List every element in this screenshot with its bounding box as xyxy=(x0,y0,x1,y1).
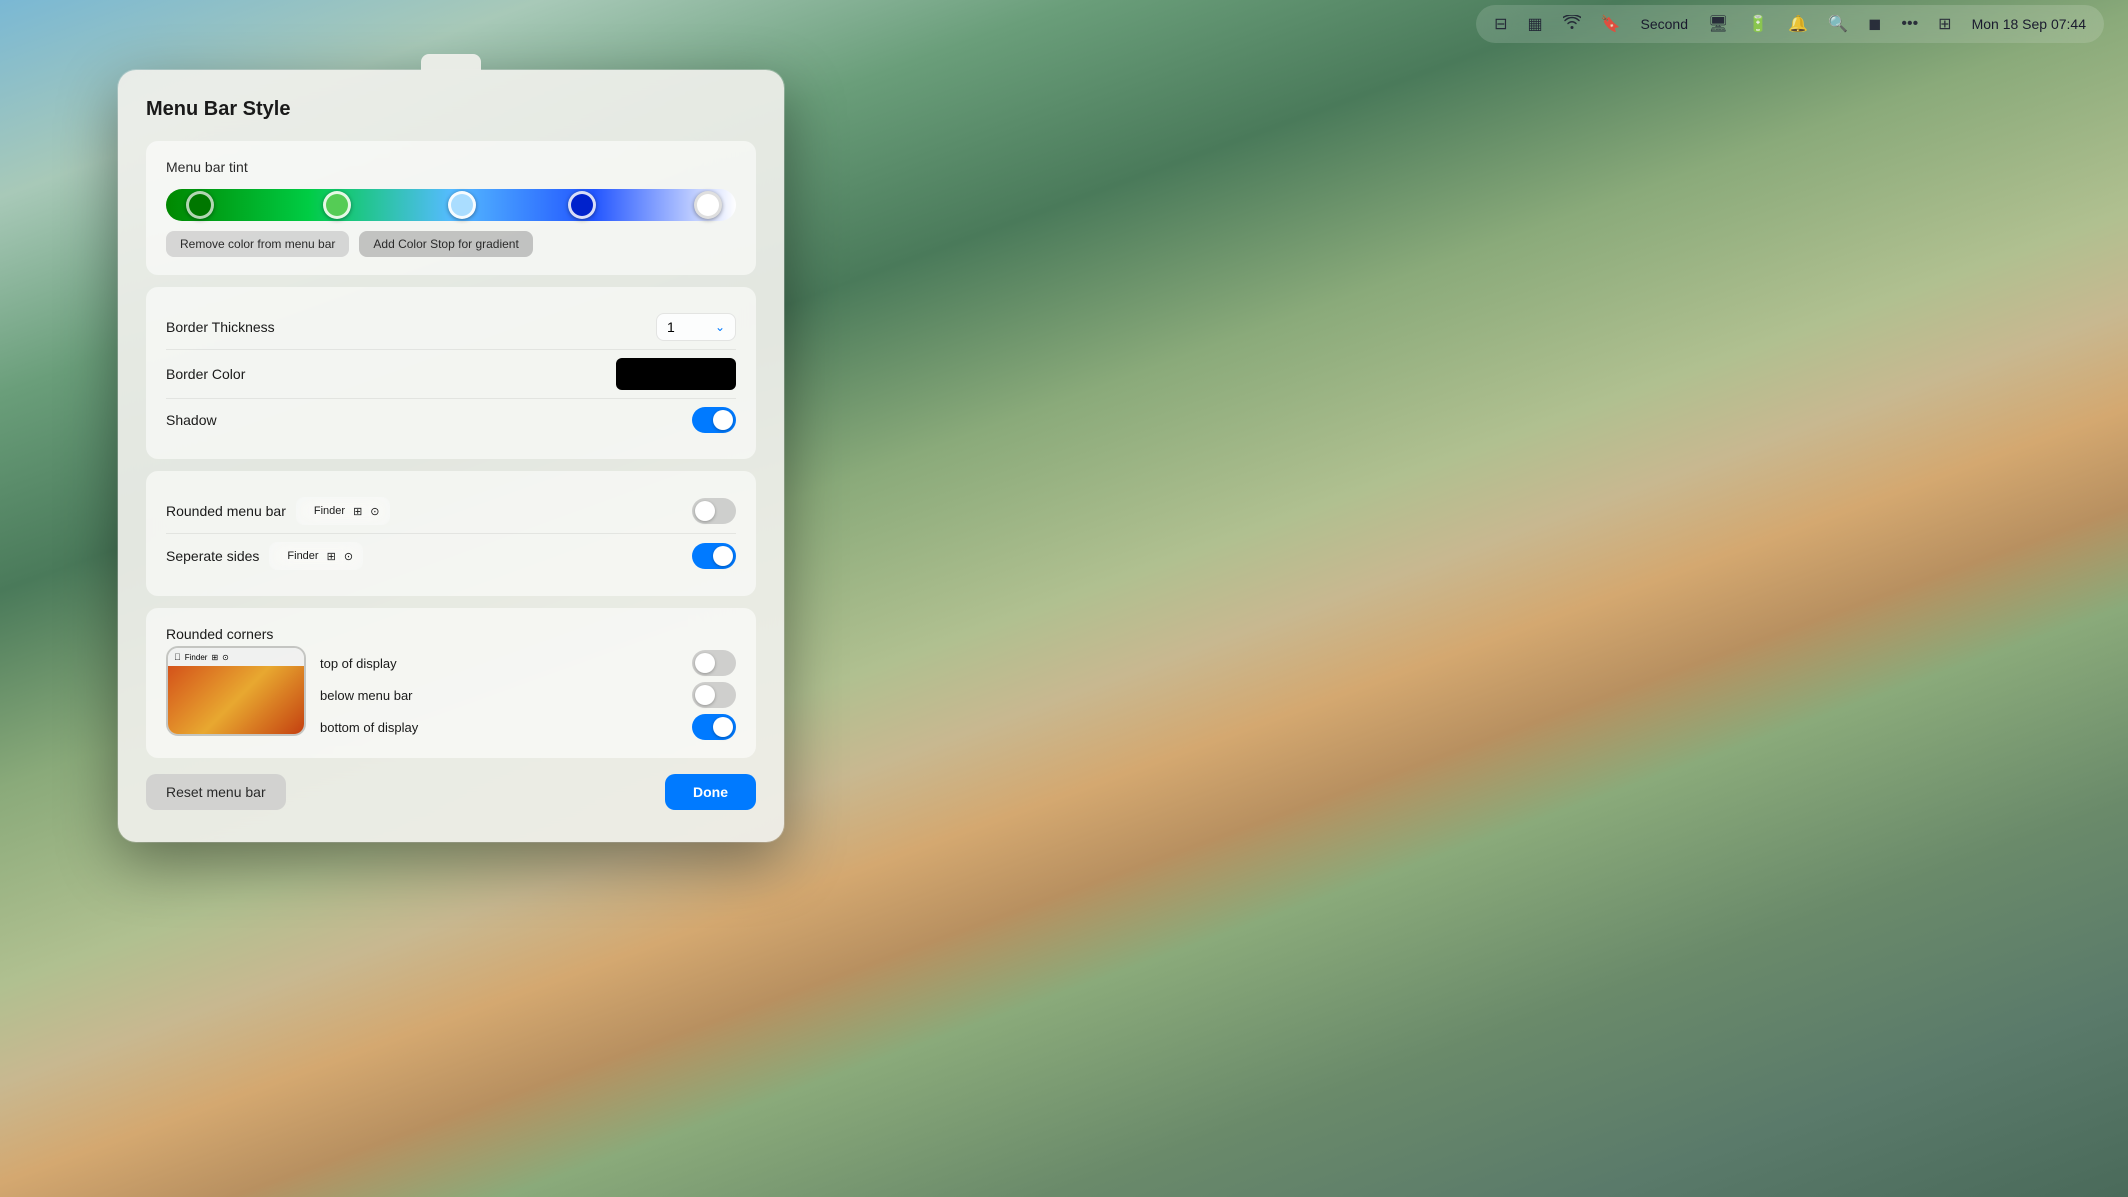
border-section: Border Thickness 1 ⌄ Border Color Shadow xyxy=(146,287,756,459)
dots-icon: ••• xyxy=(1901,15,1918,33)
menubar-icon-1: ⊟ xyxy=(1494,14,1507,34)
bottom-display-label: bottom of display xyxy=(320,720,418,735)
rounded-corners-section: Rounded corners  Finder ⊞ ⊙ top of disp… xyxy=(146,608,756,758)
color-stop-4[interactable] xyxy=(568,191,596,219)
separate-sides-control: Seperate sides Finder ⊞ ⊙ xyxy=(166,542,363,570)
top-display-knob xyxy=(695,653,715,673)
preview-icon-1: ⊞ xyxy=(353,505,362,518)
top-display-toggle[interactable] xyxy=(692,650,736,676)
below-menu-bar-row: below menu bar xyxy=(320,682,736,708)
dropdown-value: 1 xyxy=(667,319,675,335)
rounded-menu-bar-control: Rounded menu bar Finder ⊞ ⊙ xyxy=(166,497,390,525)
rounded-menu-toggle-knob xyxy=(695,501,715,521)
gradient-bar[interactable] xyxy=(166,189,736,221)
preview-finder-text: Finder xyxy=(314,505,345,517)
rounded-menu-bar-label: Rounded menu bar xyxy=(166,503,286,519)
menubar: ⊟ ▦ 🔖 Second 🖥 🔋 🔔 🔍 ◼ ••• ⊞ Mon 18 Sep … xyxy=(0,0,2128,48)
gradient-buttons: Remove color from menu bar Add Color Sto… xyxy=(166,231,736,257)
preview-icon-3: ⊞ xyxy=(327,550,336,563)
shadow-toggle-knob xyxy=(713,410,733,430)
gradient-bar-container xyxy=(166,189,736,221)
rounded-menu-section: Rounded menu bar Finder ⊞ ⊙ Seperate sid… xyxy=(146,471,756,596)
shadow-label: Shadow xyxy=(166,412,217,428)
rounded-corners-options: top of display below menu bar bottom of … xyxy=(320,646,736,740)
rounded-corners-preview:  Finder ⊞ ⊙ xyxy=(166,646,306,736)
tint-section-label: Menu bar tint xyxy=(166,159,736,175)
wifi-icon xyxy=(1563,15,1581,34)
grid-icon: ⊞ xyxy=(1938,14,1951,34)
below-menubar-knob xyxy=(695,685,715,705)
border-thickness-label: Border Thickness xyxy=(166,319,275,335)
preview-menubar:  Finder ⊞ ⊙ xyxy=(168,648,304,666)
border-color-swatch[interactable] xyxy=(616,358,736,390)
remove-color-button[interactable]: Remove color from menu bar xyxy=(166,231,349,257)
add-color-stop-button[interactable]: Add Color Stop for gradient xyxy=(359,231,532,257)
border-color-label: Border Color xyxy=(166,366,245,382)
menubar-pill: ⊟ ▦ 🔖 Second 🖥 🔋 🔔 🔍 ◼ ••• ⊞ Mon 18 Sep … xyxy=(1476,5,2104,43)
color-stop-5[interactable] xyxy=(694,191,722,219)
color-stop-3[interactable] xyxy=(448,191,476,219)
notification-icon: 🔔 xyxy=(1788,14,1808,34)
border-thickness-dropdown[interactable]: 1 ⌄ xyxy=(656,313,736,341)
dialog-footer: Reset menu bar Done xyxy=(146,774,756,810)
below-menubar-toggle[interactable] xyxy=(692,682,736,708)
dropdown-arrow-icon: ⌄ xyxy=(715,320,725,334)
dialog-notch xyxy=(421,54,481,70)
separate-sides-preview: Finder ⊞ ⊙ xyxy=(269,542,363,570)
display-icon: 🖥 xyxy=(1708,14,1728,34)
preview-finder-text-2: Finder xyxy=(287,550,318,562)
rounded-corners-label: Rounded corners xyxy=(166,626,273,642)
border-thickness-row: Border Thickness 1 ⌄ xyxy=(166,305,736,350)
shadow-toggle[interactable] xyxy=(692,407,736,433)
rounded-menu-bar-row: Rounded menu bar Finder ⊞ ⊙ xyxy=(166,489,736,534)
color-stop-2[interactable] xyxy=(323,191,351,219)
separate-sides-row: Seperate sides Finder ⊞ ⊙ xyxy=(166,534,736,578)
top-of-display-row: top of display xyxy=(320,650,736,676)
separate-sides-toggle-knob xyxy=(713,546,733,566)
top-display-label: top of display xyxy=(320,656,397,671)
menu-bar-tint-section: Menu bar tint Remove color from menu bar… xyxy=(146,141,756,275)
separate-sides-toggle[interactable] xyxy=(692,543,736,569)
preview-icon-4: ⊙ xyxy=(344,550,353,563)
bookmark-icon: 🔖 xyxy=(1601,14,1621,34)
menu-bar-style-dialog: Menu Bar Style Menu bar tint Remove colo… xyxy=(118,70,784,842)
second-label: Second xyxy=(1641,16,1688,32)
bottom-display-toggle[interactable] xyxy=(692,714,736,740)
menubar-icon-2: ▦ xyxy=(1527,14,1542,34)
rounded-corners-container: Rounded corners xyxy=(166,626,736,642)
border-color-row: Border Color xyxy=(166,350,736,399)
below-menubar-label: below menu bar xyxy=(320,688,413,703)
search-icon[interactable]: 🔍 xyxy=(1828,14,1848,34)
datetime: Mon 18 Sep 07:44 xyxy=(1972,16,2086,32)
reset-menu-bar-button[interactable]: Reset menu bar xyxy=(146,774,286,810)
rounded-menu-preview: Finder ⊞ ⊙ xyxy=(296,497,390,525)
done-button[interactable]: Done xyxy=(665,774,756,810)
preview-icon-2: ⊙ xyxy=(370,505,379,518)
bottom-of-display-row: bottom of display xyxy=(320,714,736,740)
rounded-menu-toggle[interactable] xyxy=(692,498,736,524)
dropbox-icon: ◼ xyxy=(1868,14,1881,34)
separate-sides-label: Seperate sides xyxy=(166,548,259,564)
preview-screen xyxy=(168,666,304,734)
dialog-title: Menu Bar Style xyxy=(146,98,756,121)
battery-icon: 🔋 xyxy=(1748,14,1768,34)
color-stop-1[interactable] xyxy=(186,191,214,219)
shadow-row: Shadow xyxy=(166,399,736,441)
bottom-display-knob xyxy=(713,717,733,737)
